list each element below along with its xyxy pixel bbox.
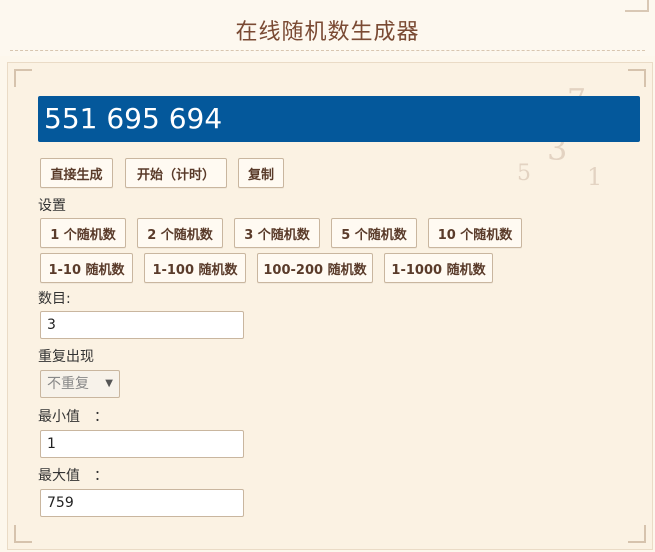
page-title: 在线随机数生成器 — [235, 20, 420, 45]
svg-text:1: 1 — [587, 163, 602, 191]
corner-ornament — [628, 525, 646, 543]
preset-2-button[interactable]: 2 个随机数 — [137, 218, 223, 248]
range-1-100-button[interactable]: 1-100 随机数 — [144, 253, 246, 283]
corner-ornament — [14, 525, 32, 543]
copy-button[interactable]: 复制 — [238, 158, 284, 188]
min-input[interactable]: 1 — [40, 430, 244, 458]
header-divider — [10, 50, 645, 51]
range-100-200-button[interactable]: 100-200 随机数 — [257, 253, 373, 283]
preset-3-button[interactable]: 3 个随机数 — [234, 218, 320, 248]
preset-5-button[interactable]: 5 个随机数 — [331, 218, 417, 248]
svg-text:5: 5 — [517, 161, 531, 186]
repeat-select[interactable]: 不重复 ▼ — [40, 370, 120, 398]
start-timed-button[interactable]: 开始（计时） — [125, 158, 227, 188]
max-label: 最大值 ： — [38, 468, 108, 484]
repeat-label: 重复出现 — [38, 349, 94, 365]
range-1-1000-button[interactable]: 1-1000 随机数 — [384, 253, 493, 283]
min-label: 最小值 ： — [38, 409, 108, 425]
settings-label: 设置 — [38, 198, 66, 214]
max-input[interactable]: 759 — [40, 489, 244, 517]
result-display: 551 695 694 — [38, 96, 640, 142]
preset-1-button[interactable]: 1 个随机数 — [40, 218, 126, 248]
count-label: 数目: — [38, 291, 71, 307]
page-header: 在线随机数生成器 — [0, 0, 655, 56]
corner-ornament — [625, 0, 649, 12]
corner-ornament — [14, 69, 32, 87]
count-input[interactable]: 3 — [40, 311, 244, 339]
chevron-down-icon: ▼ — [105, 378, 113, 389]
direct-generate-button[interactable]: 直接生成 — [40, 158, 113, 188]
repeat-select-value: 不重复 — [47, 376, 89, 392]
preset-10-button[interactable]: 10 个随机数 — [428, 218, 522, 248]
range-1-10-button[interactable]: 1-10 随机数 — [40, 253, 133, 283]
